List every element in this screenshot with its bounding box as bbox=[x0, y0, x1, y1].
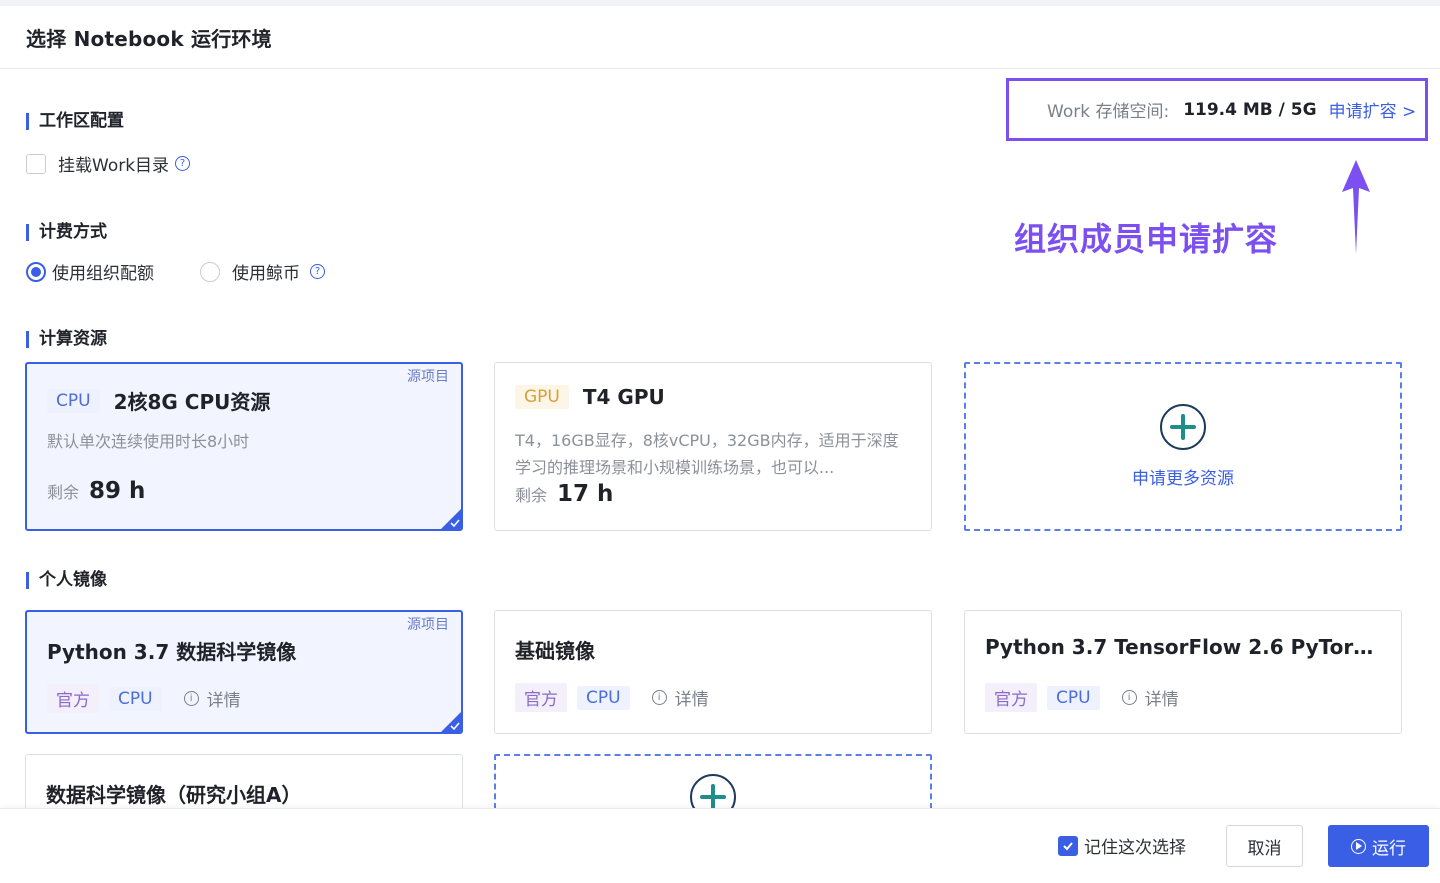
official-tag: 官方 bbox=[47, 684, 99, 713]
remaining-label: 剩余 bbox=[515, 486, 548, 505]
image-card[interactable]: 基础镜像 官方 CPU i 详情 bbox=[494, 610, 932, 734]
section-title-billing: 计费方式 bbox=[26, 224, 107, 241]
info-icon: i bbox=[183, 691, 199, 706]
image-title: 数据科学镜像（研究小组A） bbox=[46, 783, 302, 807]
resource-remaining: 剩余 89 h bbox=[47, 478, 145, 504]
remaining-value: 89 h bbox=[89, 478, 146, 504]
radio-selected-icon[interactable] bbox=[26, 261, 46, 282]
run-button[interactable]: 运行 bbox=[1328, 825, 1429, 867]
dialog-footer: 记住这次选择 取消 运行 bbox=[0, 808, 1440, 883]
resource-card-cpu[interactable]: 源项目 CPU 2核8G CPU资源 默认单次连续使用时长8小时 剩余 89 h bbox=[25, 362, 463, 531]
remember-label: 记住这次选择 bbox=[1084, 838, 1186, 858]
selected-check-icon bbox=[441, 712, 461, 732]
add-icon bbox=[1160, 404, 1206, 450]
selected-check-icon bbox=[441, 509, 461, 529]
request-more-resources-card[interactable]: 申请更多资源 bbox=[964, 362, 1402, 531]
resource-card-gpu[interactable]: GPU T4 GPU T4，16GB显存，8核vCPU，32GB内存，适用于深度… bbox=[494, 362, 932, 531]
storage-value: 119.4 MB / 5G bbox=[1183, 99, 1317, 120]
run-label: 运行 bbox=[1372, 838, 1406, 859]
dialog-title: 选择 Notebook 运行环境 bbox=[26, 26, 272, 51]
remember-choice[interactable]: 记住这次选择 bbox=[1058, 833, 1186, 858]
storage-label: Work 存储空间: bbox=[1047, 102, 1170, 122]
remember-checkbox[interactable] bbox=[1058, 835, 1078, 856]
official-tag: 官方 bbox=[985, 683, 1037, 712]
official-tag: 官方 bbox=[515, 683, 567, 712]
resource-title: 2核8G CPU资源 bbox=[113, 390, 271, 414]
resource-card-head: GPU T4 GPU bbox=[515, 385, 665, 409]
image-tags: 官方 CPU i 详情 bbox=[985, 683, 1179, 712]
detail-label: 详情 bbox=[1144, 690, 1179, 710]
image-tags: 官方 CPU i 详情 bbox=[47, 684, 241, 713]
storage-info-highlight: Work 存储空间: 119.4 MB / 5G 申请扩容 > bbox=[1006, 78, 1428, 141]
mount-work-row[interactable]: 挂载Work目录 ? bbox=[26, 151, 191, 176]
notebook-env-dialog: 选择 Notebook 运行环境 Work 存储空间: 119.4 MB / 5… bbox=[0, 6, 1440, 883]
help-icon[interactable]: ? bbox=[175, 156, 191, 171]
resource-title: T4 GPU bbox=[582, 385, 665, 409]
resource-desc: 默认单次连续使用时长8小时 bbox=[47, 432, 250, 451]
annotation-arrow-icon bbox=[1342, 160, 1370, 254]
radio-unselected-icon[interactable] bbox=[200, 261, 220, 282]
play-icon bbox=[1351, 838, 1366, 854]
detail-label: 详情 bbox=[206, 691, 241, 711]
billing-option-org-quota[interactable]: 使用组织配额 bbox=[26, 259, 154, 284]
section-title-images: 个人镜像 bbox=[26, 572, 107, 589]
resource-type-tag: CPU bbox=[47, 388, 100, 413]
annotation-label: 组织成员申请扩容 bbox=[1014, 220, 1279, 258]
source-project-tag: 源项目 bbox=[407, 369, 449, 385]
cpu-tag: CPU bbox=[1047, 685, 1100, 710]
help-icon[interactable]: ? bbox=[310, 264, 325, 279]
info-icon: i bbox=[651, 690, 667, 705]
remaining-label: 剩余 bbox=[47, 483, 80, 502]
mount-work-label: 挂载Work目录 bbox=[58, 156, 170, 176]
mount-work-checkbox[interactable] bbox=[26, 153, 46, 174]
resource-desc: T4，16GB显存，8核vCPU，32GB内存，适用于深度学习的推理场景和小规模… bbox=[515, 431, 899, 477]
detail-label: 详情 bbox=[674, 690, 709, 710]
image-detail-link[interactable]: i 详情 bbox=[651, 685, 709, 710]
cpu-tag: CPU bbox=[577, 685, 630, 710]
section-title-compute: 计算资源 bbox=[26, 331, 107, 348]
billing-option-label: 使用组织配额 bbox=[52, 264, 154, 284]
cpu-tag: CPU bbox=[109, 686, 162, 711]
image-title: Python 3.7 TensorFlow 2.6 PyTorch 1.8... bbox=[985, 635, 1381, 659]
source-project-tag: 源项目 bbox=[407, 617, 449, 633]
resource-type-tag: GPU bbox=[515, 385, 569, 409]
image-tags: 官方 CPU i 详情 bbox=[515, 683, 709, 712]
expand-storage-link[interactable]: 申请扩容 > bbox=[1329, 97, 1417, 122]
remaining-value: 17 h bbox=[557, 481, 614, 507]
image-detail-link[interactable]: i 详情 bbox=[183, 686, 241, 711]
info-icon: i bbox=[1121, 690, 1137, 705]
resource-card-head: CPU 2核8G CPU资源 bbox=[47, 386, 270, 415]
billing-options: 使用组织配额 使用鲸币 ? bbox=[26, 259, 325, 284]
image-title: Python 3.7 数据科学镜像 bbox=[47, 640, 297, 664]
billing-option-coins[interactable]: 使用鲸币 ? bbox=[200, 259, 325, 284]
image-card[interactable]: Python 3.7 TensorFlow 2.6 PyTorch 1.8...… bbox=[964, 610, 1402, 734]
section-title-workspace: 工作区配置 bbox=[26, 113, 124, 130]
dialog-header: 选择 Notebook 运行环境 bbox=[0, 6, 1440, 69]
billing-option-label: 使用鲸币 bbox=[232, 264, 300, 284]
cancel-button[interactable]: 取消 bbox=[1226, 825, 1303, 867]
request-more-resources-label: 申请更多资源 bbox=[1132, 469, 1234, 489]
image-title: 基础镜像 bbox=[515, 639, 595, 663]
add-resource: 申请更多资源 bbox=[966, 404, 1400, 489]
image-detail-link[interactable]: i 详情 bbox=[1121, 685, 1179, 710]
resource-remaining: 剩余 17 h bbox=[515, 481, 613, 507]
image-card[interactable]: 源项目 Python 3.7 数据科学镜像 官方 CPU i 详情 bbox=[25, 610, 463, 734]
